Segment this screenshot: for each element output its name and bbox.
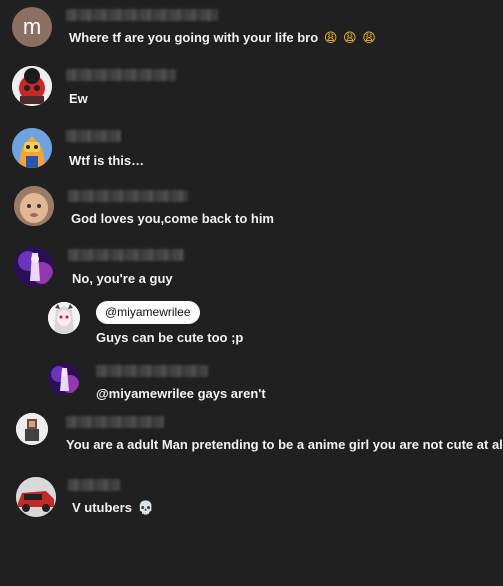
skull-icon: 💀 <box>137 501 154 516</box>
author-name-redacted[interactable] <box>66 69 176 81</box>
comments-thread: m Where tf are you going with your life … <box>0 0 503 586</box>
comment-text: God loves you,come back to him <box>71 211 274 226</box>
comment-text-body: V utubers <box>72 500 132 515</box>
comment-text: Where tf are you going with your life br… <box>69 30 376 47</box>
author-name-redacted[interactable] <box>68 479 120 491</box>
avatar-letter-icon: m <box>23 14 41 39</box>
mention-chip[interactable]: @miyamewrilee <box>96 301 200 324</box>
avatar-image-icon <box>14 247 54 287</box>
comment-text: Wtf is this… <box>69 153 145 168</box>
avatar[interactable] <box>14 186 54 226</box>
avatar[interactable] <box>48 363 80 395</box>
weary-face-icon: 😩 <box>343 31 357 46</box>
author-name-redacted[interactable] <box>68 249 184 261</box>
avatar-image-icon <box>48 302 80 334</box>
avatar[interactable] <box>48 302 80 334</box>
comment-text: No, you're a guy <box>72 271 173 286</box>
comment-text: You are a adult Man pretending to be a a… <box>66 437 503 452</box>
author-name-redacted[interactable] <box>96 365 208 377</box>
svg-text:m: m <box>23 14 41 39</box>
avatar[interactable] <box>16 477 56 517</box>
author-name-redacted[interactable] <box>68 190 188 202</box>
author-name-redacted[interactable] <box>66 130 121 142</box>
avatar-image-icon <box>12 128 52 168</box>
avatar-image-icon <box>14 186 54 226</box>
avatar-image-icon <box>48 363 80 395</box>
comment-text: V utubers 💀 <box>72 500 154 517</box>
comment-text: Ew <box>69 91 88 106</box>
weary-face-icon: 😩 <box>362 31 376 46</box>
avatar[interactable] <box>12 66 52 106</box>
author-name-redacted[interactable] <box>66 416 164 428</box>
avatar-image-icon <box>16 413 48 445</box>
avatar[interactable]: m <box>12 7 52 47</box>
comment-text-body: Where tf are you going with your life br… <box>69 30 319 45</box>
avatar[interactable] <box>12 128 52 168</box>
avatar[interactable] <box>14 247 54 287</box>
avatar-image-icon <box>12 66 52 106</box>
author-name-redacted[interactable] <box>66 9 218 21</box>
reply-text: @miyamewrilee gays aren't <box>96 386 266 401</box>
avatar[interactable] <box>16 413 48 445</box>
weary-face-icon: 😩 <box>323 31 338 46</box>
avatar-image-icon <box>16 477 56 517</box>
reply-text: Guys can be cute too ;p <box>96 330 244 345</box>
